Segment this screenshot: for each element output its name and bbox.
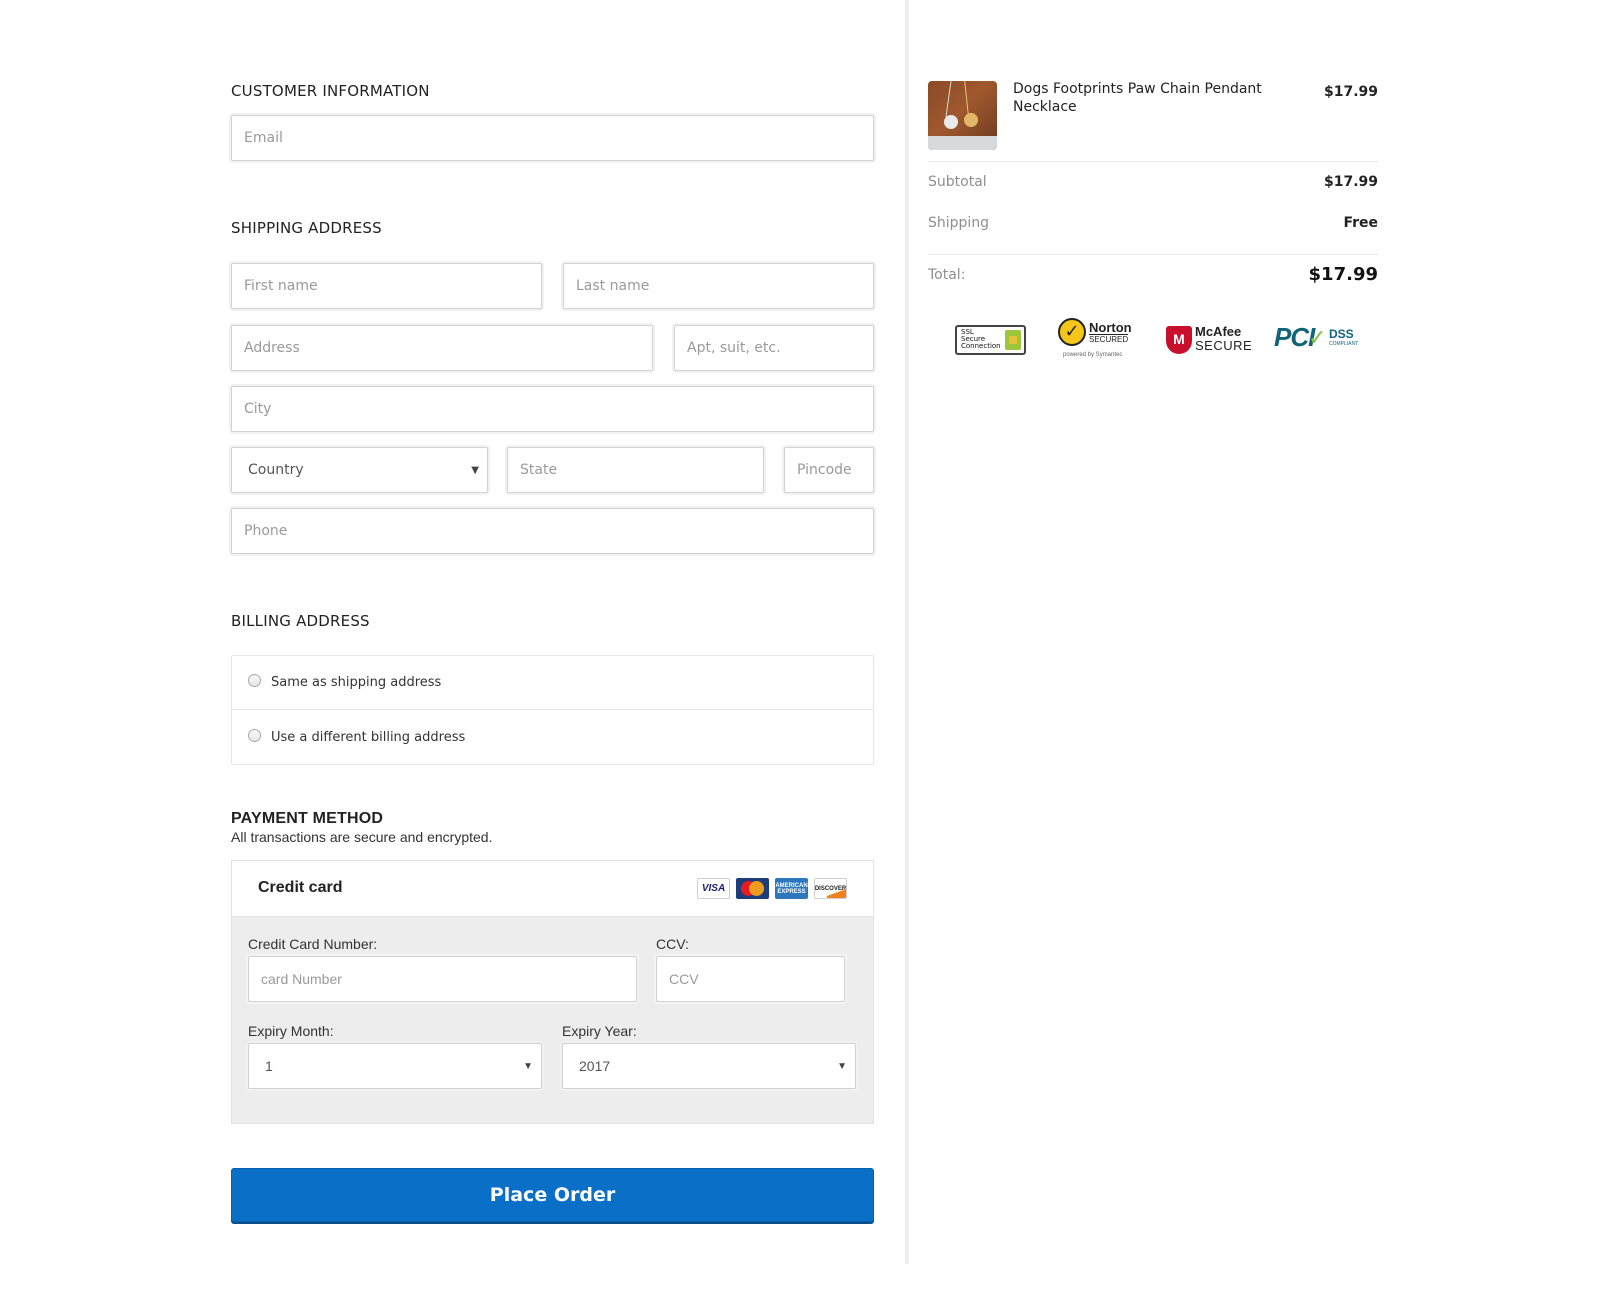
column-divider xyxy=(905,0,909,1264)
billing-option-label: Use a different billing address xyxy=(271,729,466,745)
billing-option-label: Same as shipping address xyxy=(271,675,442,690)
checkout-form-column: CUSTOMER INFORMATION SHIPPING ADDRESS Co… xyxy=(0,0,905,1296)
address-input[interactable] xyxy=(231,325,653,371)
email-input[interactable] xyxy=(231,115,874,161)
credit-card-title: Credit card xyxy=(258,879,343,896)
customer-information-heading: CUSTOMER INFORMATION xyxy=(231,82,430,100)
shipping-value: Free xyxy=(1343,215,1378,231)
expiry-month-label: Expiry Month: xyxy=(248,1023,334,1039)
billing-options: Same as shipping address Use a different… xyxy=(231,655,874,765)
expiry-month-value: 1 xyxy=(265,1058,273,1074)
total-label: Total: xyxy=(928,267,966,283)
checkmark-icon: ✓ xyxy=(1058,318,1086,346)
mcafee-secure-badge: M McAfee SECURE xyxy=(1166,324,1252,372)
visa-icon: VISA xyxy=(697,878,730,899)
phone-input[interactable] xyxy=(231,508,874,554)
norton-secured-badge: ✓ Norton SECURED powered by Symantec xyxy=(1058,318,1140,366)
total-value: $17.99 xyxy=(1308,264,1378,285)
ccv-input[interactable] xyxy=(656,956,845,1002)
chevron-down-icon: ▼ xyxy=(471,464,479,476)
city-input[interactable] xyxy=(231,386,874,432)
lock-icon xyxy=(1005,330,1021,350)
shipping-address-heading: SHIPPING ADDRESS xyxy=(231,219,382,237)
expiry-year-label: Expiry Year: xyxy=(562,1023,637,1039)
billing-option-different[interactable]: Use a different billing address xyxy=(232,710,873,764)
expiry-month-select[interactable]: 1 ▼ xyxy=(248,1043,542,1089)
discover-icon: DISCOVER xyxy=(814,878,847,899)
apt-input[interactable] xyxy=(674,325,874,371)
product-thumbnail xyxy=(928,81,997,150)
same-address-radio[interactable] xyxy=(248,674,261,687)
chevron-down-icon: ▼ xyxy=(523,1060,533,1072)
summary-divider xyxy=(928,161,1378,162)
product-price: $17.99 xyxy=(1323,84,1378,100)
billing-address-heading: BILLING ADDRESS xyxy=(231,612,370,630)
payment-method-heading: PAYMENT METHOD xyxy=(231,810,384,827)
payment-secure-note: All transactions are secure and encrypte… xyxy=(231,829,493,845)
chevron-down-icon: ▼ xyxy=(837,1060,847,1072)
credit-card-header: Credit card VISA AMERICAN EXPRESS DISCOV… xyxy=(232,861,873,917)
card-number-label: Credit Card Number: xyxy=(248,936,378,952)
last-name-input[interactable] xyxy=(563,263,874,309)
subtotal-label: Subtotal xyxy=(928,174,987,190)
product-name: Dogs Footprints Paw Chain Pendant Neckla… xyxy=(1013,81,1262,115)
expiry-year-value: 2017 xyxy=(579,1058,611,1074)
expiry-year-select[interactable]: 2017 ▼ xyxy=(562,1043,856,1089)
ssl-secure-badge: SSL Secure Connection xyxy=(955,325,1026,355)
mcafee-shield-icon: M xyxy=(1166,326,1192,354)
mastercard-icon xyxy=(736,878,769,899)
checkmark-icon: ✓ xyxy=(1308,326,1327,351)
country-select-value: Country xyxy=(248,462,304,478)
card-brand-icons: VISA AMERICAN EXPRESS DISCOVER xyxy=(697,878,847,899)
ccv-label: CCV: xyxy=(656,936,689,952)
amex-icon: AMERICAN EXPRESS xyxy=(775,878,808,899)
billing-option-same[interactable]: Same as shipping address xyxy=(232,656,873,710)
place-order-button[interactable]: Place Order xyxy=(231,1168,874,1222)
different-address-radio[interactable] xyxy=(248,728,261,742)
summary-divider xyxy=(928,254,1378,255)
subtotal-value: $17.99 xyxy=(1323,174,1378,190)
credit-card-panel: Credit card VISA AMERICAN EXPRESS DISCOV… xyxy=(231,860,874,1124)
shipping-label: Shipping xyxy=(928,215,990,231)
country-select[interactable]: Country ▼ xyxy=(231,447,488,493)
pci-dss-badge: PCI ✓ DSS COMPLIANT xyxy=(1274,322,1359,352)
first-name-input[interactable] xyxy=(231,263,542,309)
state-input[interactable] xyxy=(507,447,764,493)
pincode-input[interactable] xyxy=(784,447,874,493)
card-number-input[interactable] xyxy=(248,956,637,1002)
